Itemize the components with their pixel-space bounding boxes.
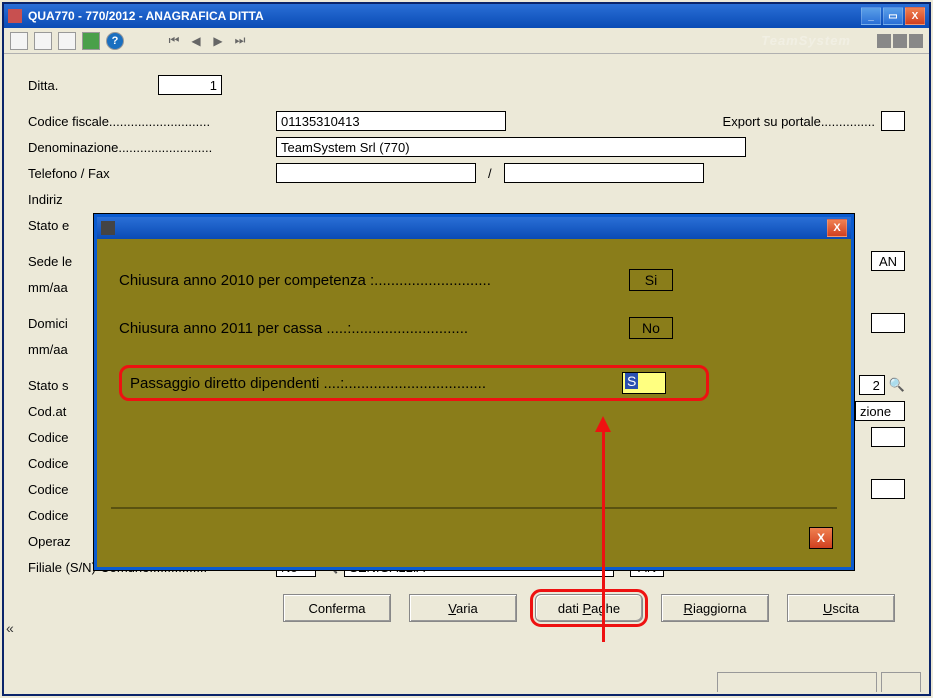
telefono-sep: / (488, 166, 492, 181)
export-field[interactable] (881, 111, 905, 131)
stato-s-label: Stato s (28, 378, 88, 393)
popup-row1-label: Chiusura anno 2010 per competenza :.....… (119, 272, 629, 289)
partial-right-field[interactable] (855, 401, 905, 421)
close-button[interactable]: X (905, 7, 925, 25)
popup-divider (111, 507, 837, 509)
riaggiorna-button[interactable]: Riaggiorna (661, 594, 769, 622)
mm2-label: mm/aa (28, 342, 88, 357)
toolbar: ? ⏮ ◀ ▶ ⏭ TeamSystem (4, 28, 929, 54)
codice-fiscale-field[interactable] (276, 111, 506, 131)
export-label: Export su portale............... (723, 114, 875, 129)
codice-label-3: Codice (28, 482, 88, 497)
denominazione-field[interactable] (276, 137, 746, 157)
popup-row3-highlight: Passaggio diretto dipendenti ....:......… (119, 365, 709, 401)
domicilio-label: Domici (28, 316, 88, 331)
nav-prev-icon[interactable]: ◀ (188, 33, 204, 49)
popup-titlebar: X (97, 217, 851, 239)
dati-paghe-button[interactable]: dati Paghe (535, 594, 643, 622)
domic-prov-field[interactable] (871, 313, 905, 333)
nav-last-icon[interactable]: ⏭ (232, 33, 248, 49)
nav-next-icon[interactable]: ▶ (210, 33, 226, 49)
operaz-label: Operaz (28, 534, 88, 549)
popup-row1-value: Si (629, 269, 673, 291)
collapse-icon[interactable]: « (6, 620, 14, 636)
tab-stub-1[interactable] (717, 672, 877, 692)
minimize-button[interactable]: _ (861, 7, 881, 25)
popup-confirm-button[interactable]: X (809, 527, 833, 549)
conferma-button[interactable]: Conferma (283, 594, 391, 622)
codice-label-4: Codice (28, 508, 88, 523)
popup-row2-value: No (629, 317, 673, 339)
popup-row3-label: Passaggio diretto dipendenti ....:......… (130, 375, 622, 392)
nav-first-icon[interactable]: ⏮ (166, 33, 182, 49)
lookup-icon[interactable]: 🔍 (889, 377, 905, 393)
tab-stub-2[interactable] (881, 672, 921, 692)
codice-label-1: Codice (28, 430, 88, 445)
telefono-label: Telefono / Fax (28, 166, 276, 181)
denominazione-label: Denominazione.......................... (28, 140, 276, 155)
toolbar-icon-3[interactable] (58, 32, 76, 50)
popup-icon (101, 221, 115, 235)
toolbar-right-2[interactable] (893, 34, 907, 48)
help-icon[interactable]: ? (106, 32, 124, 50)
popup-close-button[interactable]: X (827, 219, 847, 237)
codice-right-3[interactable] (871, 479, 905, 499)
popup-row2-label: Chiusura anno 2011 per cassa .....:.....… (119, 320, 629, 337)
codice-label-2: Codice (28, 456, 88, 471)
toolbar-right-3[interactable] (909, 34, 923, 48)
mm1-label: mm/aa (28, 280, 88, 295)
ditta-field[interactable] (158, 75, 222, 95)
fax-field[interactable] (504, 163, 704, 183)
popup-dialog: X Chiusura anno 2010 per competenza :...… (94, 214, 854, 570)
varia-button[interactable]: Varia (409, 594, 517, 622)
toolbar-icon-1[interactable] (10, 32, 28, 50)
num-2-field[interactable] (859, 375, 885, 395)
toolbar-right-1[interactable] (877, 34, 891, 48)
window-titlebar: QUA770 - 770/2012 - ANAGRAFICA DITTA _ ▭… (4, 4, 929, 28)
sede-prov-field[interactable] (871, 251, 905, 271)
codat-label: Cod.at (28, 404, 88, 419)
ditta-label: Ditta. (28, 78, 158, 93)
indirizzo-label: Indiriz (28, 192, 88, 207)
codice-fiscale-label: Codice fiscale..........................… (28, 114, 276, 129)
toolbar-icon-4[interactable] (82, 32, 100, 50)
print-icon[interactable] (34, 32, 52, 50)
window-title: QUA770 - 770/2012 - ANAGRAFICA DITTA (28, 9, 859, 23)
sede-label: Sede le (28, 254, 88, 269)
uscita-button[interactable]: Uscita (787, 594, 895, 622)
brand-logo: TeamSystem (761, 33, 851, 48)
telefono-field[interactable] (276, 163, 476, 183)
stato-label: Stato e (28, 218, 88, 233)
app-icon (8, 9, 22, 23)
button-row: Conferma Varia dati Paghe Riaggiorna Usc… (28, 594, 905, 622)
popup-row3-input[interactable]: S (622, 372, 666, 394)
maximize-button[interactable]: ▭ (883, 7, 903, 25)
codice-right-1[interactable] (871, 427, 905, 447)
bottom-tabs (713, 672, 921, 692)
